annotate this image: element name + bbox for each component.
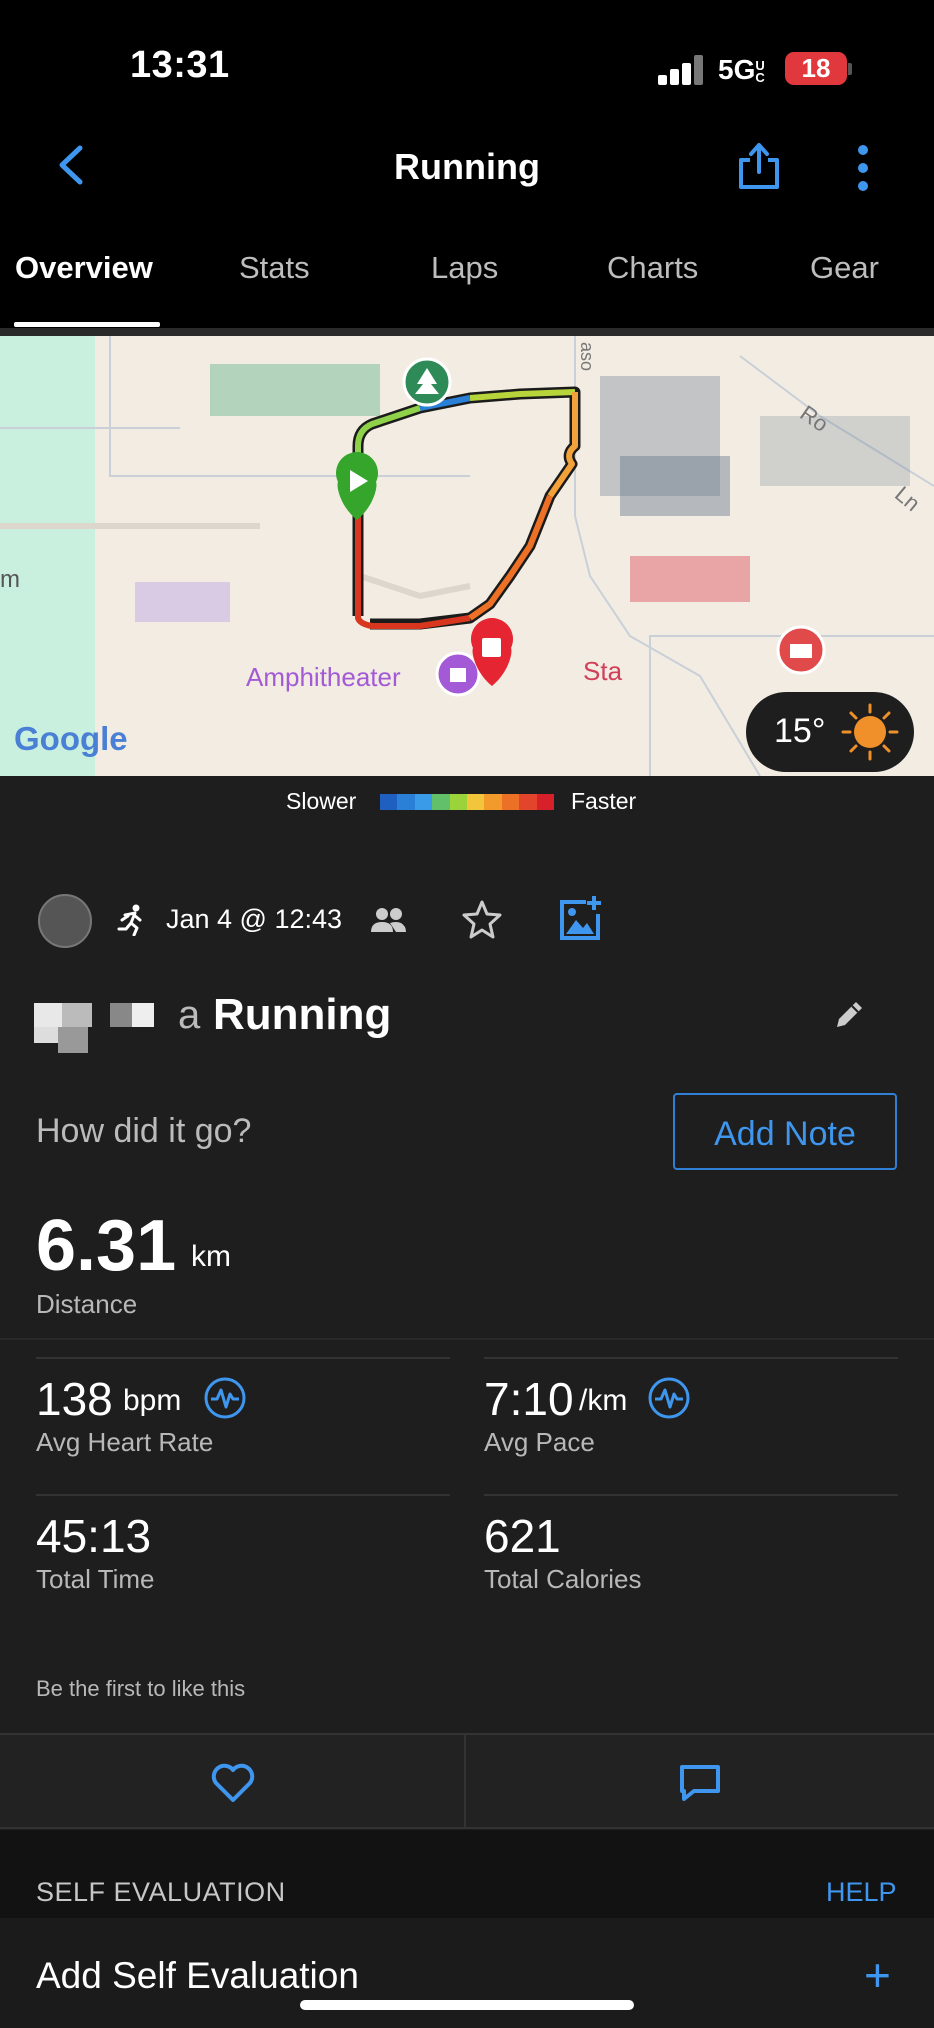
total-calories-value: 621 (484, 1510, 561, 1562)
route-map[interactable]: Amphitheater m Sta Ro Ln aso Google 15° (0, 336, 934, 776)
avatar[interactable] (38, 894, 92, 948)
home-indicator (300, 2000, 634, 2010)
comment-icon (678, 1763, 722, 1803)
add-note-button[interactable]: Add Note (673, 1093, 897, 1170)
tab-stats[interactable]: Stats (239, 250, 310, 286)
total-time-value: 45:13 (36, 1510, 152, 1562)
total-time-label: Total Time (36, 1564, 155, 1594)
tab-laps[interactable]: Laps (431, 250, 498, 286)
redacted-title-prefix (34, 1003, 159, 1053)
add-photo-icon[interactable] (556, 894, 604, 942)
share-icon[interactable] (736, 140, 782, 192)
pace-unit: /km (579, 1384, 628, 1417)
network-label: 5GUC (718, 54, 769, 86)
legend-faster: Faster (571, 788, 637, 814)
edit-pencil-icon[interactable] (832, 996, 868, 1032)
map-label-amphitheater: Amphitheater (246, 662, 401, 692)
stat-divider (484, 1494, 898, 1496)
active-tab-indicator (14, 322, 160, 327)
legend-slower: Slower (286, 788, 357, 814)
how-did-it-go-label: How did it go? (36, 1112, 252, 1150)
map-label-road-3: aso (577, 341, 598, 372)
heart-icon (210, 1763, 256, 1803)
distance-value: 6.31 (36, 1206, 177, 1286)
self-evaluation-title: SELF EVALUATION (36, 1877, 286, 1907)
pace-label: Avg Pace (484, 1427, 595, 1457)
sun-icon (840, 702, 900, 762)
pace-value: 7:10 (484, 1373, 574, 1425)
tab-bar-bottom-border (0, 328, 934, 336)
battery-indicator: 18 (785, 52, 847, 85)
pace-info-icon[interactable] (647, 1376, 691, 1420)
tab-charts[interactable]: Charts (607, 250, 698, 286)
weather-temp: 15° (774, 712, 826, 750)
stat-divider (36, 1494, 450, 1496)
heart-rate-label: Avg Heart Rate (36, 1427, 214, 1457)
more-options-icon[interactable] (855, 144, 871, 192)
weather-badge[interactable]: 15° (746, 692, 914, 772)
heart-rate-unit: bpm (123, 1384, 182, 1417)
activity-date: Jan 4 @ 12:43 (166, 904, 343, 934)
like-button[interactable] (0, 1733, 466, 1829)
signal-icon (658, 55, 706, 85)
activity-title: Running (213, 990, 392, 1039)
total-calories-label: Total Calories (484, 1564, 642, 1594)
distance-label: Distance (36, 1289, 138, 1319)
google-logo: Google (14, 720, 128, 757)
map-label-partial-state: Sta (583, 656, 623, 686)
activity-title-suffix: a (178, 993, 201, 1037)
stat-divider (36, 1357, 450, 1359)
add-self-evaluation-label: Add Self Evaluation (36, 1955, 359, 1996)
page-title: Running (394, 146, 540, 187)
tab-overview[interactable]: Overview (15, 250, 153, 286)
status-time: 13:31 (130, 44, 230, 86)
map-label-partial-left: m (0, 566, 20, 593)
people-icon[interactable] (368, 904, 408, 936)
tab-gear[interactable]: Gear (810, 250, 879, 286)
distance-unit: km (191, 1240, 231, 1273)
stat-divider (484, 1357, 898, 1359)
pace-gradient-bar (380, 794, 555, 810)
status-bar: 13:31 5GUC 18 (0, 0, 934, 130)
running-activity-icon (116, 904, 146, 937)
battery-tip (848, 63, 852, 75)
comment-button[interactable] (466, 1733, 934, 1829)
section-divider (0, 1338, 934, 1340)
star-icon[interactable] (460, 898, 504, 942)
network-sub: UC (755, 57, 765, 85)
like-prompt: Be the first to like this (36, 1676, 246, 1701)
help-link[interactable]: HELP (826, 1877, 897, 1908)
plus-icon[interactable]: + (864, 1948, 891, 2002)
heart-rate-info-icon[interactable] (203, 1376, 247, 1420)
heart-rate-value: 138 (36, 1373, 113, 1425)
